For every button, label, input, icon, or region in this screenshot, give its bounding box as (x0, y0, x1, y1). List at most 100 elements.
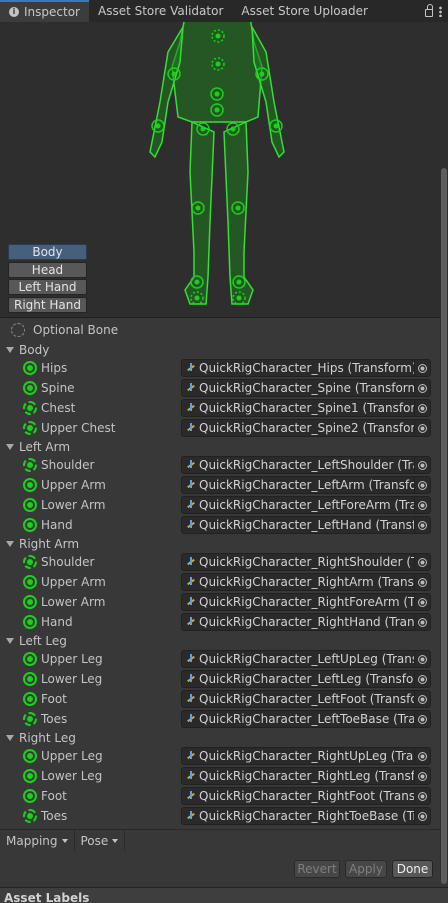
bone-icon[interactable] (23, 478, 37, 492)
optional-bone-icon[interactable] (23, 421, 37, 435)
transform-icon (186, 694, 196, 704)
object-picker-icon[interactable] (414, 497, 430, 513)
object-picker-icon[interactable] (414, 360, 430, 376)
transform-field[interactable]: QuickRigCharacter_LeftShoulder (Trans (181, 456, 431, 474)
transform-field[interactable]: QuickRigCharacter_LeftArm (Transform) (181, 476, 431, 494)
view-left-hand-button[interactable]: Left Hand (8, 279, 87, 295)
object-picker-icon[interactable] (414, 651, 430, 667)
asset-labels-header[interactable]: Asset Labels (0, 887, 448, 903)
bone-icon[interactable] (23, 518, 37, 532)
object-picker-icon[interactable] (414, 614, 430, 630)
object-picker-icon[interactable] (414, 420, 430, 436)
bone-label: Hand (41, 518, 73, 532)
view-body-button[interactable]: Body (8, 244, 87, 260)
transform-field[interactable]: QuickRigCharacter_RightForeArm (Tra (181, 593, 431, 611)
bone-icon[interactable] (23, 749, 37, 763)
optional-bone-icon[interactable] (23, 458, 37, 472)
bone-label: Upper Arm (41, 478, 106, 492)
object-picker-icon[interactable] (414, 768, 430, 784)
object-picker-icon[interactable] (414, 748, 430, 764)
optional-bone-icon[interactable] (23, 712, 37, 726)
object-picker-icon[interactable] (414, 808, 430, 824)
object-picker-icon[interactable] (414, 477, 430, 493)
transform-icon (186, 480, 196, 490)
tab-asset-store-validator[interactable]: Asset Store Validator (89, 0, 232, 22)
transform-field[interactable]: QuickRigCharacter_LeftToeBase (Tran (181, 710, 431, 728)
apply-button[interactable]: Apply (345, 860, 387, 878)
lock-icon[interactable] (425, 4, 433, 17)
foldout-triangle-icon (6, 347, 14, 353)
bone-label: Toes (41, 712, 68, 726)
group-label: Left Leg (19, 634, 67, 648)
bone-label: Upper Leg (41, 749, 103, 763)
tab-inspector[interactable]: i Inspector (0, 0, 89, 22)
more-options-icon[interactable] (439, 5, 442, 17)
transform-field[interactable]: QuickRigCharacter_Spine (Transform) (181, 379, 431, 397)
group-right-arm-header[interactable]: Right Arm (0, 535, 79, 553)
transform-field[interactable]: QuickRigCharacter_RightUpLeg (Trans (181, 747, 431, 765)
optional-bone-icon[interactable] (23, 555, 37, 569)
foldout-triangle-icon (6, 541, 14, 547)
transform-field[interactable]: QuickRigCharacter_RightShoulder (Tra (181, 553, 431, 571)
group-left-leg-header[interactable]: Left Leg (0, 632, 67, 650)
bone-icon[interactable] (23, 789, 37, 803)
transform-field[interactable]: QuickRigCharacter_RightFoot (Transfo (181, 787, 431, 805)
object-picker-icon[interactable] (414, 554, 430, 570)
object-picker-icon[interactable] (414, 517, 430, 533)
object-picker-icon[interactable] (414, 711, 430, 727)
mapping-dropdown[interactable]: Mapping (0, 830, 75, 851)
transform-field[interactable]: QuickRigCharacter_Spine1 (Transform) (181, 399, 431, 417)
field-value: QuickRigCharacter_RightArm (Transfo (199, 575, 414, 589)
view-right-hand-button[interactable]: Right Hand (8, 297, 87, 313)
tab-asset-store-uploader[interactable]: Asset Store Uploader (232, 0, 377, 22)
transform-field[interactable]: QuickRigCharacter_LeftLeg (Transform (181, 670, 431, 688)
transform-field[interactable]: QuickRigCharacter_RightHand (Transf (181, 613, 431, 631)
bone-label: Chest (41, 401, 76, 415)
bone-icon[interactable] (23, 381, 37, 395)
transform-field[interactable]: QuickRigCharacter_LeftHand (Transfo (181, 516, 431, 534)
scrollbar-thumb[interactable] (441, 168, 447, 884)
object-picker-icon[interactable] (414, 788, 430, 804)
transform-field[interactable]: QuickRigCharacter_LeftUpLeg (Transf (181, 650, 431, 668)
object-picker-icon[interactable] (414, 691, 430, 707)
transform-field[interactable]: QuickRigCharacter_Spine2 (Transform) (181, 419, 431, 437)
done-button[interactable]: Done (392, 860, 433, 878)
bone-label: Spine (41, 381, 75, 395)
object-picker-icon[interactable] (414, 574, 430, 590)
optional-bone-icon[interactable] (23, 401, 37, 415)
bone-icon[interactable] (23, 615, 37, 629)
bone-icon[interactable] (23, 595, 37, 609)
object-picker-icon[interactable] (414, 594, 430, 610)
transform-field[interactable]: QuickRigCharacter_RightArm (Transfo (181, 573, 431, 591)
view-head-button[interactable]: Head (8, 262, 87, 278)
field-value: QuickRigCharacter_RightHand (Transf (199, 615, 414, 629)
transform-field[interactable]: QuickRigCharacter_LeftFoot (Transform (181, 690, 431, 708)
object-picker-icon[interactable] (414, 400, 430, 416)
revert-button[interactable]: Revert (294, 860, 340, 878)
transform-field[interactable]: QuickRigCharacter_RightToeBase (Tra (181, 807, 431, 825)
bone-icon[interactable] (23, 692, 37, 706)
bone-icon[interactable] (23, 498, 37, 512)
bone-icon[interactable] (23, 769, 37, 783)
bone-icon[interactable] (23, 575, 37, 589)
transform-icon (186, 811, 196, 821)
field-value: QuickRigCharacter_Spine (Transform) (199, 381, 414, 395)
object-picker-icon[interactable] (414, 671, 430, 687)
bone-icon[interactable] (23, 361, 37, 375)
group-right-leg-header[interactable]: Right Leg (0, 729, 76, 747)
tab-label: Asset Store Validator (97, 4, 224, 18)
pose-dropdown[interactable]: Pose (75, 830, 126, 851)
object-picker-icon[interactable] (414, 457, 430, 473)
field-value: QuickRigCharacter_LeftForeArm (Tran (199, 498, 414, 512)
group-label: Left Arm (19, 440, 71, 454)
group-left-arm-header[interactable]: Left Arm (0, 438, 70, 456)
transform-field[interactable]: QuickRigCharacter_RightLeg (Transfo (181, 767, 431, 785)
group-body-header[interactable]: Body (0, 341, 49, 359)
optional-bone-icon[interactable] (23, 809, 37, 823)
object-picker-icon[interactable] (414, 380, 430, 396)
bone-icon[interactable] (23, 652, 37, 666)
bone-icon[interactable] (23, 672, 37, 686)
bone-row-left-lower-arm: Lower Arm QuickRigCharacter_LeftForeArm (… (0, 495, 440, 515)
transform-field[interactable]: QuickRigCharacter_LeftForeArm (Tran (181, 496, 431, 514)
transform-field[interactable]: QuickRigCharacter_Hips (Transform) (181, 359, 431, 377)
